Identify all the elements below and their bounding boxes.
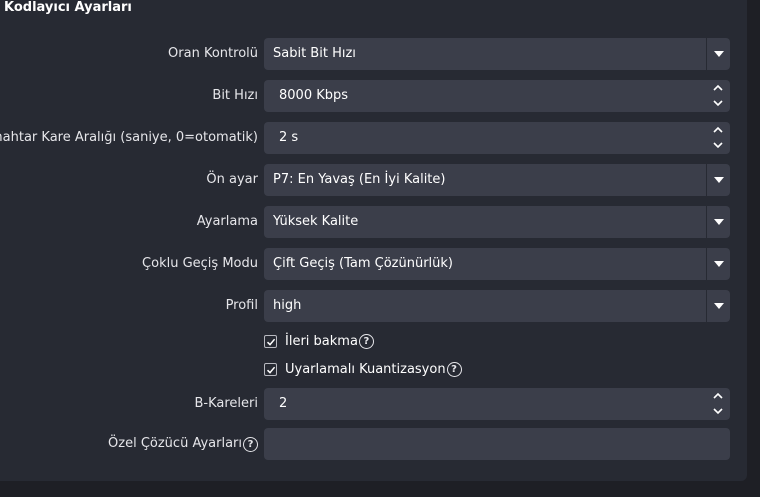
chevron-down-icon bbox=[714, 51, 724, 57]
adaptive-quant-label: Uyarlamalı Kuantizasyon bbox=[285, 361, 446, 377]
tuning-label: Ayarlama bbox=[196, 214, 258, 229]
chevron-down-icon bbox=[714, 303, 724, 309]
chevron-down-icon bbox=[714, 219, 724, 225]
question-circle-icon[interactable]: ? bbox=[243, 437, 258, 452]
rate-control-dropdown-button[interactable] bbox=[706, 38, 730, 70]
bframes-row: B-Kareleri 2 bbox=[0, 388, 747, 420]
bframes-label: B-Kareleri bbox=[194, 396, 259, 411]
keyframe-label: Anahtar Kare Aralığı (saniye, 0=otomatik… bbox=[0, 130, 258, 145]
bframes-increment-button[interactable] bbox=[706, 388, 730, 404]
preset-dropdown-button[interactable] bbox=[706, 164, 730, 196]
checkmark-icon bbox=[266, 338, 276, 346]
keyframe-increment-button[interactable] bbox=[706, 122, 730, 138]
bframes-spin-buttons bbox=[706, 388, 730, 420]
lookahead-label: İleri bakma bbox=[285, 333, 358, 349]
tuning-value: Yüksek Kalite bbox=[273, 214, 359, 229]
bframes-spinbox[interactable]: 2 bbox=[264, 388, 730, 420]
chevron-up-icon bbox=[713, 392, 723, 399]
keyframe-spin-buttons bbox=[706, 122, 730, 154]
keyframe-value: 2 s bbox=[279, 130, 299, 145]
profile-dropdown-button[interactable] bbox=[706, 290, 730, 322]
lookahead-option[interactable]: İleri bakma ? bbox=[264, 331, 374, 351]
rate-control-select[interactable]: Sabit Bit Hızı bbox=[264, 38, 730, 70]
chevron-down-icon bbox=[714, 261, 724, 267]
chevron-down-icon bbox=[713, 100, 723, 107]
lookahead-checkbox[interactable] bbox=[264, 334, 277, 348]
checkmark-icon bbox=[266, 366, 276, 374]
tuning-dropdown-button[interactable] bbox=[706, 206, 730, 238]
chevron-down-icon bbox=[713, 408, 723, 415]
rate-control-label: Oran Kontrolü bbox=[168, 46, 258, 61]
profile-value: high bbox=[273, 298, 302, 313]
bitrate-increment-button[interactable] bbox=[706, 80, 730, 96]
custom-options-label-wrap: Özel Çözücü Ayarları? bbox=[108, 428, 258, 460]
keyframe-row: Anahtar Kare Aralığı (saniye, 0=otomatik… bbox=[0, 122, 747, 154]
adaptive-quant-checkbox[interactable] bbox=[264, 362, 277, 376]
custom-options-row: Özel Çözücü Ayarları? bbox=[0, 428, 747, 460]
bitrate-spin-buttons bbox=[706, 80, 730, 112]
bframes-value: 2 bbox=[279, 396, 288, 411]
custom-options-label: Özel Çözücü Ayarları bbox=[108, 436, 242, 451]
profile-label: Profil bbox=[225, 298, 258, 313]
chevron-down-icon bbox=[713, 142, 723, 149]
keyframe-spinbox[interactable]: 2 s bbox=[264, 122, 730, 154]
tuning-row: Ayarlama Yüksek Kalite bbox=[0, 206, 747, 238]
bitrate-value: 8000 Kbps bbox=[279, 88, 349, 103]
multipass-row: Çoklu Geçiş Modu Çift Geçiş (Tam Çözünür… bbox=[0, 248, 747, 280]
preset-row: Ön ayar P7: En Yavaş (En İyi Kalite) bbox=[0, 164, 747, 196]
multipass-value: Çift Geçiş (Tam Çözünürlük) bbox=[273, 256, 453, 271]
multipass-label: Çoklu Geçiş Modu bbox=[142, 256, 258, 271]
question-circle-icon[interactable]: ? bbox=[446, 361, 462, 377]
rate-control-value: Sabit Bit Hızı bbox=[273, 46, 356, 61]
bitrate-decrement-button[interactable] bbox=[706, 96, 730, 112]
chevron-up-icon bbox=[713, 126, 723, 133]
preset-select[interactable]: P7: En Yavaş (En İyi Kalite) bbox=[264, 164, 730, 196]
bframes-decrement-button[interactable] bbox=[706, 404, 730, 420]
encoder-settings-panel: Kodlayıcı Ayarları Oran Kontrolü Sabit B… bbox=[0, 0, 747, 481]
scrollbar-track[interactable] bbox=[747, 0, 760, 497]
adaptive-quant-option[interactable]: Uyarlamalı Kuantizasyon ? bbox=[264, 359, 462, 379]
preset-value: P7: En Yavaş (En İyi Kalite) bbox=[273, 172, 446, 187]
chevron-down-icon bbox=[714, 177, 724, 183]
bitrate-row: Bit Hızı 8000 Kbps bbox=[0, 80, 747, 112]
bitrate-label: Bit Hızı bbox=[212, 88, 258, 103]
profile-row: Profil high bbox=[0, 290, 747, 322]
question-circle-icon[interactable]: ? bbox=[358, 333, 374, 349]
chevron-up-icon bbox=[713, 84, 723, 91]
tuning-select[interactable]: Yüksek Kalite bbox=[264, 206, 730, 238]
multipass-select[interactable]: Çift Geçiş (Tam Çözünürlük) bbox=[264, 248, 730, 280]
preset-label: Ön ayar bbox=[206, 172, 258, 187]
multipass-dropdown-button[interactable] bbox=[706, 248, 730, 280]
bitrate-spinbox[interactable]: 8000 Kbps bbox=[264, 80, 730, 112]
section-title: Kodlayıcı Ayarları bbox=[4, 0, 132, 15]
rate-control-row: Oran Kontrolü Sabit Bit Hızı bbox=[0, 38, 747, 70]
profile-select[interactable]: high bbox=[264, 290, 730, 322]
custom-options-input[interactable] bbox=[264, 428, 730, 460]
keyframe-decrement-button[interactable] bbox=[706, 138, 730, 154]
